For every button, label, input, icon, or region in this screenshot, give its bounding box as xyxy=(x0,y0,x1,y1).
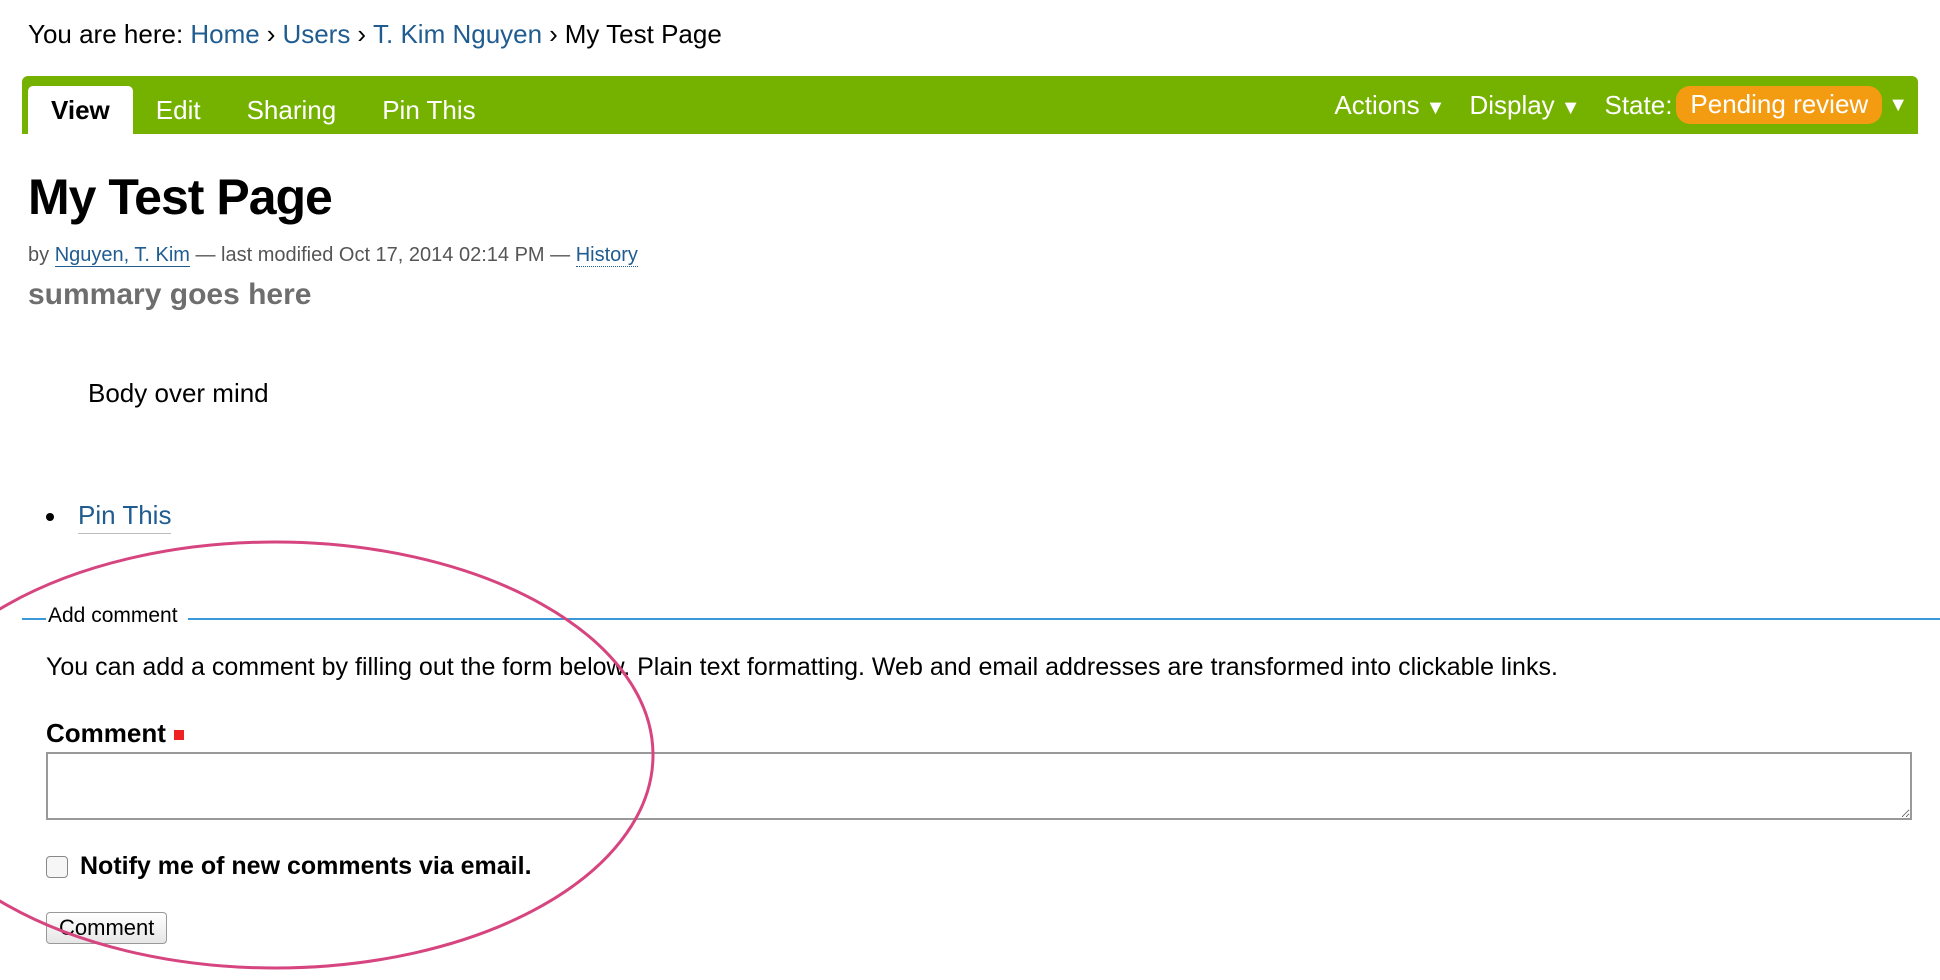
document-actions-list: Pin This xyxy=(46,500,172,534)
page-body: Body over mind xyxy=(88,378,269,408)
actions-menu[interactable]: Actions ▼ xyxy=(1334,90,1445,121)
breadcrumb-separator: › xyxy=(549,19,558,49)
author-link[interactable]: Nguyen, T. Kim xyxy=(54,244,190,267)
comment-help-text: You can add a comment by filling out the… xyxy=(46,653,1558,681)
edit-toolbar: View Edit Sharing Pin This Actions ▼ Disp… xyxy=(22,76,1918,134)
breadcrumb-prefix: You are here: xyxy=(28,19,184,49)
list-item: Pin This xyxy=(46,500,172,534)
toolbar-menus: Actions ▼ Display ▼ State: Pending review … xyxy=(1310,76,1908,134)
comment-submit-button[interactable]: Comment xyxy=(46,912,168,944)
caret-down-icon: ▼ xyxy=(1560,96,1581,119)
breadcrumb-users-link[interactable]: Users xyxy=(282,19,350,49)
pin-this-link[interactable]: Pin This xyxy=(78,500,172,534)
tab-view[interactable]: View xyxy=(28,86,133,134)
page-title: My Test Page xyxy=(28,169,333,225)
display-menu-label: Display xyxy=(1469,89,1555,120)
highlight-ellipse xyxy=(0,540,655,970)
breadcrumb-user-link[interactable]: T. Kim Nguyen xyxy=(373,19,542,49)
state-badge[interactable]: Pending review xyxy=(1676,86,1883,124)
comment-field-label: Comment xyxy=(46,718,184,749)
byline-by: by xyxy=(28,244,50,266)
comment-label-text: Comment xyxy=(46,718,166,748)
tab-sharing[interactable]: Sharing xyxy=(224,86,360,134)
breadcrumb: You are here: Home › Users › T. Kim Nguyen › M… xyxy=(28,18,722,50)
breadcrumb-home-link[interactable]: Home xyxy=(190,19,259,49)
notify-label: Notify me of new comments via email. xyxy=(80,852,532,880)
add-comment-legend: Add comment xyxy=(46,604,188,628)
state-caret-down-icon[interactable]: ▼ xyxy=(1888,94,1908,117)
caret-down-icon: ▼ xyxy=(1425,96,1446,119)
breadcrumb-separator: › xyxy=(357,19,367,49)
fieldset-border xyxy=(22,618,1940,620)
page-summary: summary goes here xyxy=(28,278,312,311)
toolbar-tabs: View Edit Sharing Pin This xyxy=(28,76,499,134)
comment-textarea[interactable] xyxy=(46,752,1912,820)
notify-option[interactable]: Notify me of new comments via email. xyxy=(46,852,532,881)
history-link[interactable]: History xyxy=(575,244,638,267)
state-label: State: xyxy=(1604,89,1673,120)
breadcrumb-separator: › xyxy=(266,19,276,49)
byline: by Nguyen, T. Kim — last modified Oct 17… xyxy=(28,244,638,267)
required-icon xyxy=(173,730,184,741)
notify-checkbox[interactable] xyxy=(46,855,68,878)
last-modified: — last modified Oct 17, 2014 02:14 PM — xyxy=(195,244,571,266)
breadcrumb-current: My Test Page xyxy=(564,19,722,49)
bullet-icon xyxy=(46,513,54,521)
tab-edit[interactable]: Edit xyxy=(133,86,224,134)
tab-pin-this[interactable]: Pin This xyxy=(359,86,498,134)
actions-menu-label: Actions xyxy=(1334,89,1420,120)
display-menu[interactable]: Display ▼ xyxy=(1469,90,1580,121)
